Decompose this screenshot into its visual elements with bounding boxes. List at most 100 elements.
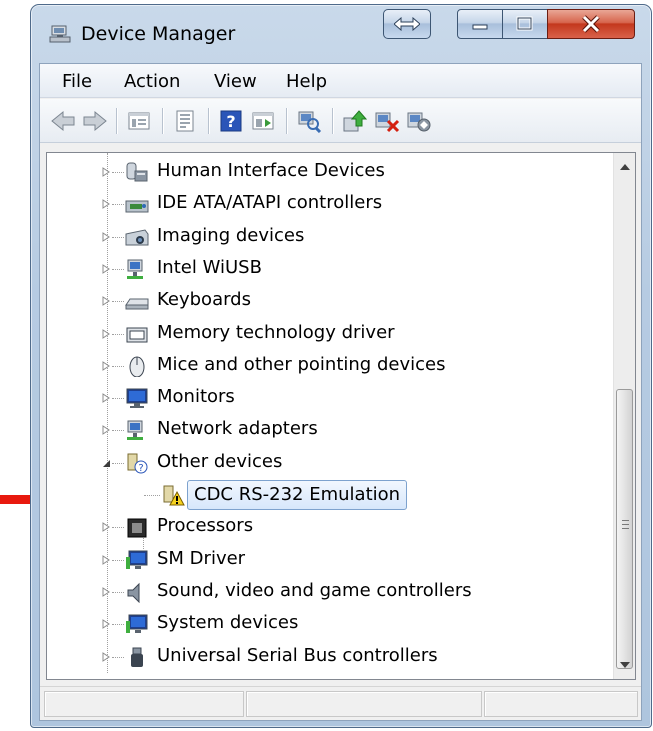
close-button[interactable] <box>547 9 635 39</box>
tree-connector-dots <box>112 591 124 593</box>
svg-text:?: ? <box>226 112 235 131</box>
tree-category-node[interactable]: Sound, video and game controllers <box>47 577 607 607</box>
memory-icon <box>126 327 148 342</box>
tree-category-node[interactable]: ? Other devices <box>47 448 607 478</box>
back-icon[interactable] <box>50 109 76 133</box>
tree-node-label: IDE ATA/ATAPI controllers <box>157 192 383 214</box>
forward-icon[interactable] <box>82 109 108 133</box>
tree-connector-dots <box>112 333 124 335</box>
expand-arrow-icon[interactable] <box>102 425 111 436</box>
tree-connector-dots <box>112 268 124 270</box>
toolbar-separator <box>332 108 333 134</box>
tree-category-node[interactable]: Memory technology driver <box>47 319 607 349</box>
speaker-icon <box>127 582 140 603</box>
expand-arrow-icon[interactable] <box>102 199 111 210</box>
expand-arrow-icon[interactable] <box>102 651 111 662</box>
run-action-icon[interactable] <box>250 109 276 133</box>
uninstall-icon[interactable] <box>374 109 400 133</box>
tree-connector-dots <box>112 236 124 238</box>
device-tree[interactable]: Human Interface Devices IDE ATA/ATAPI con… <box>46 152 636 680</box>
tree-category-node[interactable]: Processors <box>47 512 607 542</box>
tree-node-label: Memory technology driver <box>157 321 395 343</box>
scroll-down-button[interactable] <box>614 655 635 675</box>
expand-arrow-icon[interactable] <box>102 296 111 307</box>
tree-category-node[interactable]: Keyboards <box>47 286 607 316</box>
status-bar <box>40 686 641 720</box>
tree-category-node[interactable]: Network adapters <box>47 415 607 445</box>
tree-node-label: Universal Serial Bus controllers <box>157 644 438 666</box>
tree-category-node[interactable]: IDE ATA/ATAPI controllers <box>47 189 607 219</box>
menu-file[interactable]: File <box>62 71 92 92</box>
device-manager-window: Device Manager File Action View Help ? H… <box>30 4 652 728</box>
tree-node-label: Imaging devices <box>157 224 305 246</box>
tree-connector-dots <box>112 656 124 658</box>
thumb-grip-line <box>622 520 629 521</box>
disable-icon[interactable] <box>406 109 432 133</box>
toolbar-separator <box>208 108 209 134</box>
maximize-button[interactable] <box>502 9 548 39</box>
warning-device-icon <box>163 485 185 506</box>
collapse-arrow-icon[interactable] <box>102 458 111 468</box>
title-bar[interactable]: Device Manager <box>31 5 651 63</box>
tree-category-node[interactable]: Monitors <box>47 383 607 413</box>
expand-arrow-icon[interactable] <box>102 393 111 404</box>
help-icon[interactable]: ? <box>218 109 244 133</box>
window-title: Device Manager <box>81 23 236 45</box>
tree-node-label: SM Driver <box>157 547 246 569</box>
menu-view[interactable]: View <box>214 71 257 92</box>
close-icon <box>582 15 600 33</box>
menu-bar: File Action View Help <box>40 64 641 98</box>
expand-arrow-icon[interactable] <box>102 586 111 597</box>
minimize-icon <box>472 24 488 30</box>
tree-connector-dots <box>144 495 160 496</box>
imaging-device-icon <box>125 229 149 246</box>
snap-resize-button[interactable] <box>383 9 431 39</box>
tree-category-node[interactable]: Human Interface Devices <box>47 157 607 187</box>
status-pane <box>44 691 244 717</box>
tree-connector-dots <box>112 462 124 464</box>
scroll-up-arrow-icon <box>619 164 630 170</box>
tree-connector-dots <box>112 172 124 173</box>
expand-arrow-icon[interactable] <box>102 360 111 371</box>
keyboard-icon <box>125 298 149 310</box>
maximize-icon <box>516 16 533 31</box>
vertical-scrollbar[interactable] <box>613 153 635 679</box>
update-driver-icon[interactable] <box>342 109 368 133</box>
expand-arrow-icon[interactable] <box>102 554 111 565</box>
show-hide-console-tree-icon[interactable] <box>126 109 152 133</box>
tree-category-node[interactable]: Intel WiUSB <box>47 254 607 284</box>
tree-category-node[interactable]: Imaging devices <box>47 222 607 252</box>
expand-arrow-icon[interactable] <box>102 619 111 630</box>
menu-action[interactable]: Action <box>124 71 180 92</box>
expand-arrow-icon[interactable] <box>102 167 111 177</box>
tree-category-node[interactable]: SM Driver <box>47 545 607 575</box>
scroll-up-button[interactable] <box>614 157 635 177</box>
scroll-thumb[interactable] <box>616 389 633 669</box>
mouse-icon <box>129 356 145 377</box>
scan-hardware-changes-icon[interactable] <box>296 109 322 133</box>
minimize-button[interactable] <box>457 9 503 39</box>
scroll-down-arrow-icon <box>619 662 630 668</box>
tree-category-node[interactable]: Universal Serial Bus controllers <box>47 642 607 672</box>
tree-child-node[interactable]: CDC RS-232 Emulation <box>47 480 607 510</box>
expand-arrow-icon[interactable] <box>102 522 111 533</box>
double-arrow-icon <box>394 17 420 31</box>
toolbar: ? <box>40 99 641 143</box>
monitor-icon <box>126 388 148 409</box>
ide-controller-icon <box>125 200 149 213</box>
expand-arrow-icon[interactable] <box>102 263 111 274</box>
expand-arrow-icon[interactable] <box>102 231 111 242</box>
menu-help[interactable]: Help <box>286 71 327 92</box>
toolbar-separator <box>116 108 117 134</box>
expand-arrow-icon[interactable] <box>102 328 111 339</box>
hid-icon <box>126 162 148 182</box>
window-client-area: File Action View Help ? Human Interface … <box>39 63 642 721</box>
tree-connector-dots <box>112 430 124 432</box>
tree-node-label: Processors <box>157 515 254 537</box>
tree-node-label: Human Interface Devices <box>157 160 385 181</box>
toolbar-separator <box>162 108 163 134</box>
properties-icon[interactable] <box>172 109 198 133</box>
tree-node-label: Other devices <box>157 450 283 472</box>
tree-category-node[interactable]: Mice and other pointing devices <box>47 351 607 381</box>
tree-category-node[interactable]: System devices <box>47 609 607 639</box>
